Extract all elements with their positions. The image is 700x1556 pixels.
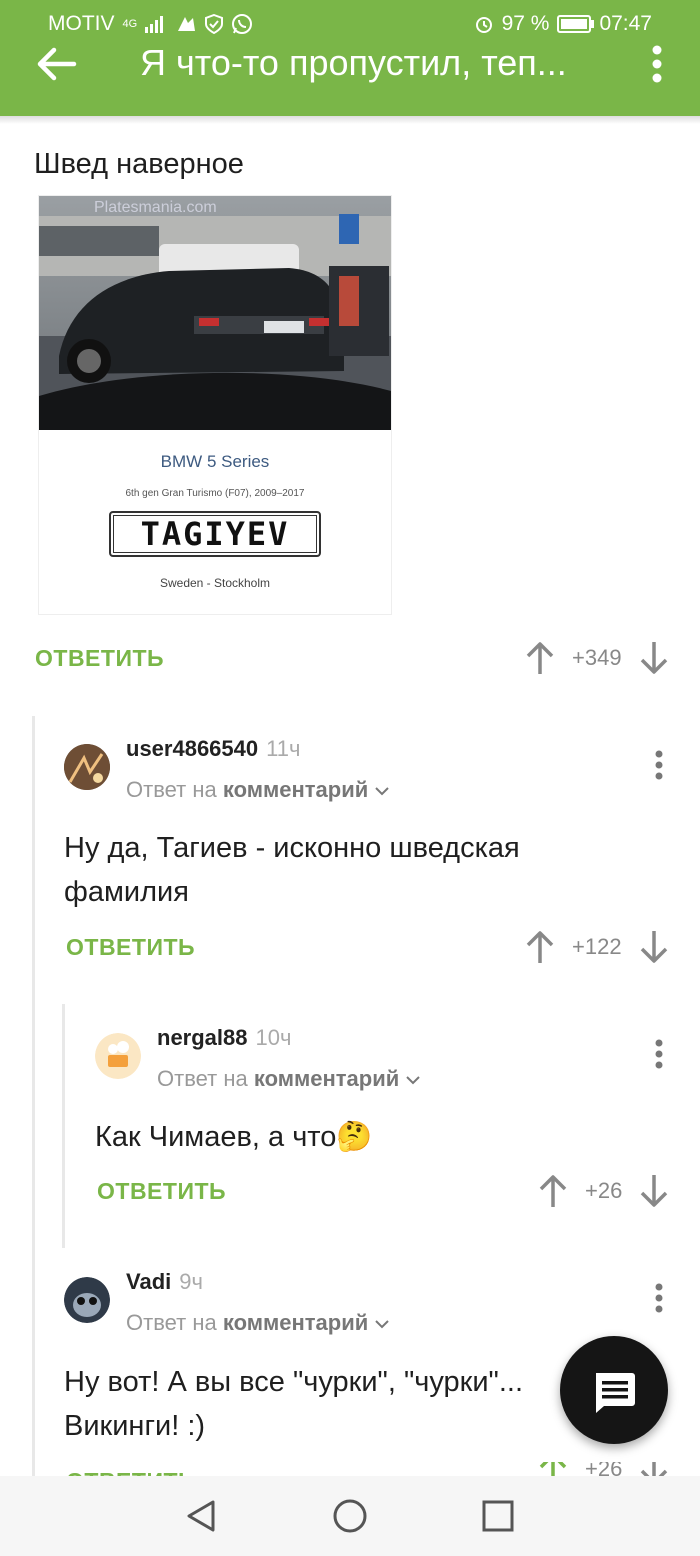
write-comment-button[interactable]	[560, 1336, 668, 1444]
chevron-down-icon	[375, 1320, 390, 1329]
comment-icon	[596, 1373, 635, 1413]
comment-more-icon[interactable]	[654, 750, 664, 780]
more-options-icon[interactable]	[646, 44, 668, 84]
recents-square-icon[interactable]	[480, 1498, 516, 1534]
comment-more-icon[interactable]	[654, 1283, 664, 1313]
app-bar: MOTIV 4G 97 % 07:47 Я что-то пропустил, …	[0, 0, 700, 116]
thread-line-nested	[62, 1004, 65, 1248]
avatar[interactable]	[64, 744, 110, 790]
upvote-icon[interactable]	[522, 640, 558, 676]
post-reply-button[interactable]: ОТВЕТИТЬ	[35, 645, 164, 672]
carrier-name: MOTIV	[48, 12, 115, 35]
car-model: BMW 5 Series	[160, 452, 270, 471]
page-title: Я что-то пропустил, теп...	[140, 42, 567, 83]
comment-vote: +26	[535, 1173, 672, 1209]
gesture-icon	[178, 17, 196, 31]
reply-to-target[interactable]: комментарий	[223, 1310, 368, 1335]
comment-time: 9ч	[179, 1269, 203, 1294]
app-bar-shadow	[0, 116, 700, 124]
comment-rating: +26	[585, 1462, 623, 1476]
car-photo: Platesmania.com	[39, 196, 391, 430]
comment-more-icon[interactable]	[654, 1039, 664, 1069]
signal-icon	[145, 16, 164, 33]
comment-reply-button[interactable]: ОТВЕТИТЬ	[97, 1178, 226, 1205]
comment-vote: +26	[535, 1462, 672, 1476]
comment-author[interactable]: user4866540 11ч	[126, 736, 300, 762]
clock: 07:47	[599, 12, 652, 35]
back-triangle-icon[interactable]	[183, 1498, 219, 1534]
comment-reply-button[interactable]: ОТВЕТИТЬ	[66, 1468, 195, 1476]
status-bar: MOTIV 4G 97 % 07:47	[0, 0, 700, 46]
system-nav-bar	[0, 1476, 700, 1556]
battery-icon	[557, 15, 595, 33]
comment-text: Ну да, Тагиев - исконно шведская фамилия	[64, 832, 520, 908]
post-text: Швед наверное	[34, 148, 244, 180]
chevron-down-icon	[406, 1076, 421, 1085]
username[interactable]: nergal88	[157, 1025, 248, 1050]
comment-text: Как Чимаев, а что🤔	[95, 1121, 373, 1153]
post-image[interactable]: Platesmania.com BMW 5 Series 6th gen Gra…	[38, 195, 392, 615]
comment-text: Ну вот! А вы все "чурки", "чурки"... Вик…	[64, 1366, 524, 1442]
upvote-icon[interactable]	[535, 1173, 571, 1209]
thread-line	[32, 716, 35, 1476]
home-circle-icon[interactable]	[332, 1498, 368, 1534]
chevron-down-icon	[375, 787, 390, 796]
downvote-icon[interactable]	[636, 929, 672, 965]
upvote-icon[interactable]	[535, 1462, 571, 1476]
comment-rating: +26	[585, 1178, 623, 1203]
downvote-icon[interactable]	[636, 640, 672, 676]
license-plate: TAGIYEV	[109, 511, 321, 557]
downvote-icon[interactable]	[636, 1462, 672, 1476]
battery-percent: 97 %	[501, 12, 550, 35]
network-type: 4G	[122, 18, 138, 30]
watermark: Platesmania.com	[94, 199, 217, 216]
comment-author[interactable]: Vadi 9ч	[126, 1269, 203, 1295]
reply-to-prefix: Ответ на	[157, 1066, 248, 1091]
comment-time: 10ч	[255, 1025, 292, 1050]
shield-icon	[205, 14, 224, 34]
alarm-icon	[475, 17, 492, 33]
plate-location: Sweden - Stockholm	[159, 576, 271, 590]
reply-to-link[interactable]: Ответ на комментарий	[126, 777, 390, 803]
comment-vote: +122	[522, 929, 672, 965]
comment-reply-button[interactable]: ОТВЕТИТЬ	[66, 934, 195, 961]
reply-to-target[interactable]: комментарий	[254, 1066, 399, 1091]
post-rating: +349	[572, 645, 622, 670]
comment-time: 11ч	[266, 736, 301, 761]
car-generation: 6th gen Gran Turismo (F07), 2009–2017	[125, 488, 305, 499]
upvote-icon[interactable]	[522, 929, 558, 965]
reply-to-link[interactable]: Ответ на комментарий	[126, 1310, 390, 1336]
comment-author[interactable]: nergal88 10ч	[157, 1025, 291, 1051]
username[interactable]: Vadi	[126, 1269, 171, 1294]
post-vote: +349	[522, 640, 672, 676]
comment-rating: +122	[572, 934, 622, 959]
reply-to-target[interactable]: комментарий	[223, 777, 368, 802]
reply-to-prefix: Ответ на	[126, 1310, 217, 1335]
reply-to-prefix: Ответ на	[126, 777, 217, 802]
downvote-icon[interactable]	[636, 1173, 672, 1209]
reply-to-link[interactable]: Ответ на комментарий	[157, 1066, 421, 1092]
whatsapp-icon	[232, 14, 253, 34]
username[interactable]: user4866540	[126, 736, 258, 761]
avatar[interactable]	[64, 1277, 110, 1323]
avatar[interactable]	[95, 1033, 141, 1079]
back-arrow-icon[interactable]	[34, 44, 78, 84]
